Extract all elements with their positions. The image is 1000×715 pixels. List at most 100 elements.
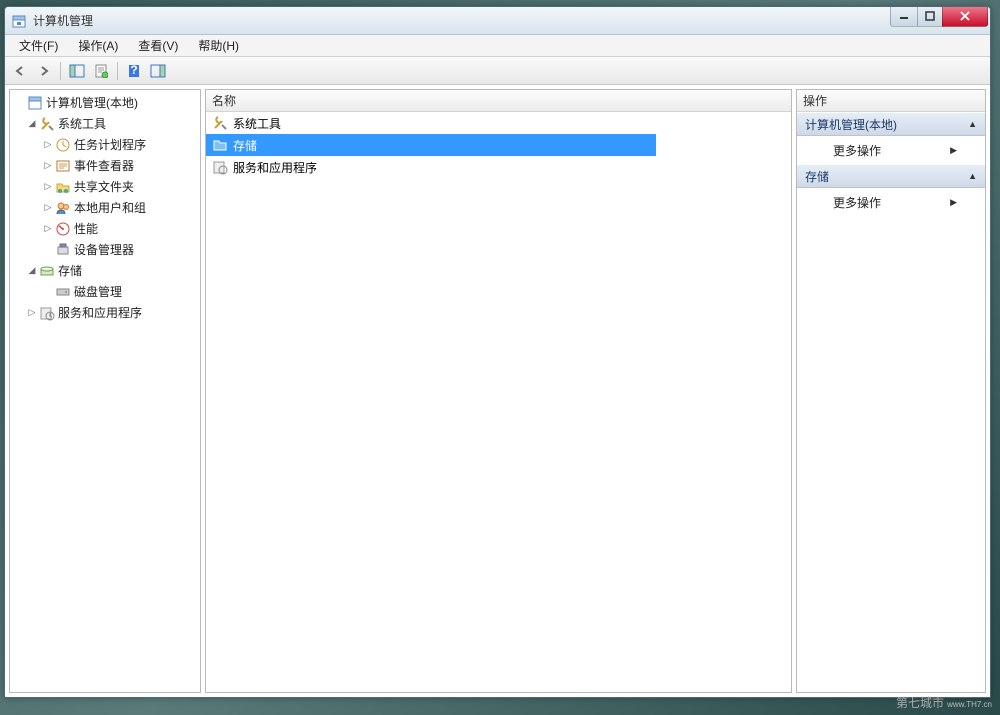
tree-node-local-users[interactable]: ▷ 本地用户和组	[10, 197, 200, 218]
shared-folders-icon	[55, 179, 71, 195]
app-window: 计算机管理 文件(F) 操作(A) 查看(V) 帮助(H) ?	[4, 6, 991, 698]
blank-icon	[42, 286, 54, 298]
nav-forward-button[interactable]	[33, 60, 55, 82]
actions-section-storage[interactable]: 存储 ▲	[797, 164, 985, 188]
section-label: 存储	[805, 168, 829, 185]
tree-pane: 计算机管理(本地) ◢ 系统工具 ▷ 任务计划程序 ▷ 事件查看器	[9, 89, 201, 693]
menu-view[interactable]: 查看(V)	[130, 35, 186, 56]
storage-icon	[39, 263, 55, 279]
expand-icon	[14, 97, 26, 109]
tree-node-services-apps[interactable]: ▷ 服务和应用程序	[10, 302, 200, 323]
list-item-services-apps[interactable]: 服务和应用程序	[206, 156, 791, 178]
list-item-label: 存储	[233, 137, 257, 154]
tree-label: 计算机管理(本地)	[46, 94, 138, 111]
collapse-icon: ▲	[968, 119, 977, 129]
list-pane: 名称 系统工具 存储 服务和应用程序	[205, 89, 792, 693]
blank-icon	[42, 244, 54, 256]
chevron-right-icon: ▶	[950, 197, 957, 208]
toolbar-separator	[117, 62, 118, 80]
tree-label: 性能	[74, 220, 98, 237]
window-title: 计算机管理	[33, 12, 891, 29]
window-controls	[891, 7, 990, 27]
tree-label: 设备管理器	[74, 241, 134, 258]
show-hide-actions-button[interactable]	[147, 60, 169, 82]
app-icon	[11, 13, 27, 29]
nav-tree: 计算机管理(本地) ◢ 系统工具 ▷ 任务计划程序 ▷ 事件查看器	[10, 90, 200, 325]
tree-label: 本地用户和组	[74, 199, 146, 216]
tree-label: 服务和应用程序	[58, 304, 142, 321]
list-column-header[interactable]: 名称	[206, 90, 791, 112]
list-item-system-tools[interactable]: 系统工具	[206, 112, 791, 134]
menu-file[interactable]: 文件(F)	[11, 35, 66, 56]
action-label: 更多操作	[833, 142, 881, 159]
users-icon	[55, 200, 71, 216]
list-item-storage[interactable]: 存储	[206, 134, 656, 156]
watermark: 第七城市 www.TH7.cn	[896, 694, 992, 711]
list-body: 系统工具 存储 服务和应用程序	[206, 112, 791, 692]
titlebar[interactable]: 计算机管理	[5, 7, 990, 35]
toolbar: ?	[5, 57, 990, 85]
device-manager-icon	[55, 242, 71, 258]
expand-icon[interactable]: ▷	[42, 223, 54, 235]
tree-label: 存储	[58, 262, 82, 279]
expand-icon[interactable]: ▷	[42, 160, 54, 172]
tree-label: 事件查看器	[74, 157, 134, 174]
actions-more-2[interactable]: 更多操作 ▶	[797, 188, 985, 216]
actions-header: 操作	[797, 90, 985, 112]
expand-icon[interactable]: ▷	[26, 307, 38, 319]
tree-node-disk-management[interactable]: 磁盘管理	[10, 281, 200, 302]
actions-section-computer-management[interactable]: 计算机管理(本地) ▲	[797, 112, 985, 136]
tree-label: 共享文件夹	[74, 178, 134, 195]
maximize-button[interactable]	[917, 7, 943, 27]
tree-node-device-manager[interactable]: 设备管理器	[10, 239, 200, 260]
collapse-icon: ▲	[968, 171, 977, 181]
actions-body: 计算机管理(本地) ▲ 更多操作 ▶ 存储 ▲ 更多操作 ▶	[797, 112, 985, 216]
menubar: 文件(F) 操作(A) 查看(V) 帮助(H)	[5, 35, 990, 57]
menu-action[interactable]: 操作(A)	[70, 35, 126, 56]
tree-node-shared-folders[interactable]: ▷ 共享文件夹	[10, 176, 200, 197]
tools-icon	[39, 116, 55, 132]
collapse-icon[interactable]: ◢	[26, 265, 38, 277]
close-button[interactable]	[942, 7, 988, 27]
actions-header-label: 操作	[803, 92, 827, 109]
services-icon	[39, 305, 55, 321]
actions-more-1[interactable]: 更多操作 ▶	[797, 136, 985, 164]
nav-back-button[interactable]	[9, 60, 31, 82]
column-name-label: 名称	[212, 92, 236, 109]
svg-text:?: ?	[130, 64, 137, 77]
collapse-icon[interactable]: ◢	[26, 118, 38, 130]
folder-icon	[212, 137, 228, 153]
list-item-label: 服务和应用程序	[233, 159, 317, 176]
menu-help[interactable]: 帮助(H)	[190, 35, 247, 56]
chevron-right-icon: ▶	[950, 145, 957, 156]
tree-node-task-scheduler[interactable]: ▷ 任务计划程序	[10, 134, 200, 155]
clock-icon	[55, 137, 71, 153]
section-label: 计算机管理(本地)	[805, 116, 897, 133]
actions-pane: 操作 计算机管理(本地) ▲ 更多操作 ▶ 存储 ▲ 更多操作 ▶	[796, 89, 986, 693]
list-item-label: 系统工具	[233, 115, 281, 132]
expand-icon[interactable]: ▷	[42, 139, 54, 151]
help-button[interactable]: ?	[123, 60, 145, 82]
minimize-button[interactable]	[890, 7, 918, 27]
tree-label: 磁盘管理	[74, 283, 122, 300]
tools-icon	[212, 115, 228, 131]
tree-node-event-viewer[interactable]: ▷ 事件查看器	[10, 155, 200, 176]
tree-node-root[interactable]: 计算机管理(本地)	[10, 92, 200, 113]
expand-icon[interactable]: ▷	[42, 202, 54, 214]
computer-management-icon	[27, 95, 43, 111]
disk-management-icon	[55, 284, 71, 300]
properties-button[interactable]	[90, 60, 112, 82]
tree-label: 系统工具	[58, 115, 106, 132]
watermark-sub: www.TH7.cn	[947, 700, 992, 709]
toolbar-separator	[60, 62, 61, 80]
tree-node-performance[interactable]: ▷ 性能	[10, 218, 200, 239]
action-label: 更多操作	[833, 194, 881, 211]
services-icon	[212, 159, 228, 175]
expand-icon[interactable]: ▷	[42, 181, 54, 193]
performance-icon	[55, 221, 71, 237]
tree-node-storage[interactable]: ◢ 存储	[10, 260, 200, 281]
watermark-main: 第七城市	[896, 696, 944, 710]
event-viewer-icon	[55, 158, 71, 174]
tree-node-system-tools[interactable]: ◢ 系统工具	[10, 113, 200, 134]
show-hide-tree-button[interactable]	[66, 60, 88, 82]
